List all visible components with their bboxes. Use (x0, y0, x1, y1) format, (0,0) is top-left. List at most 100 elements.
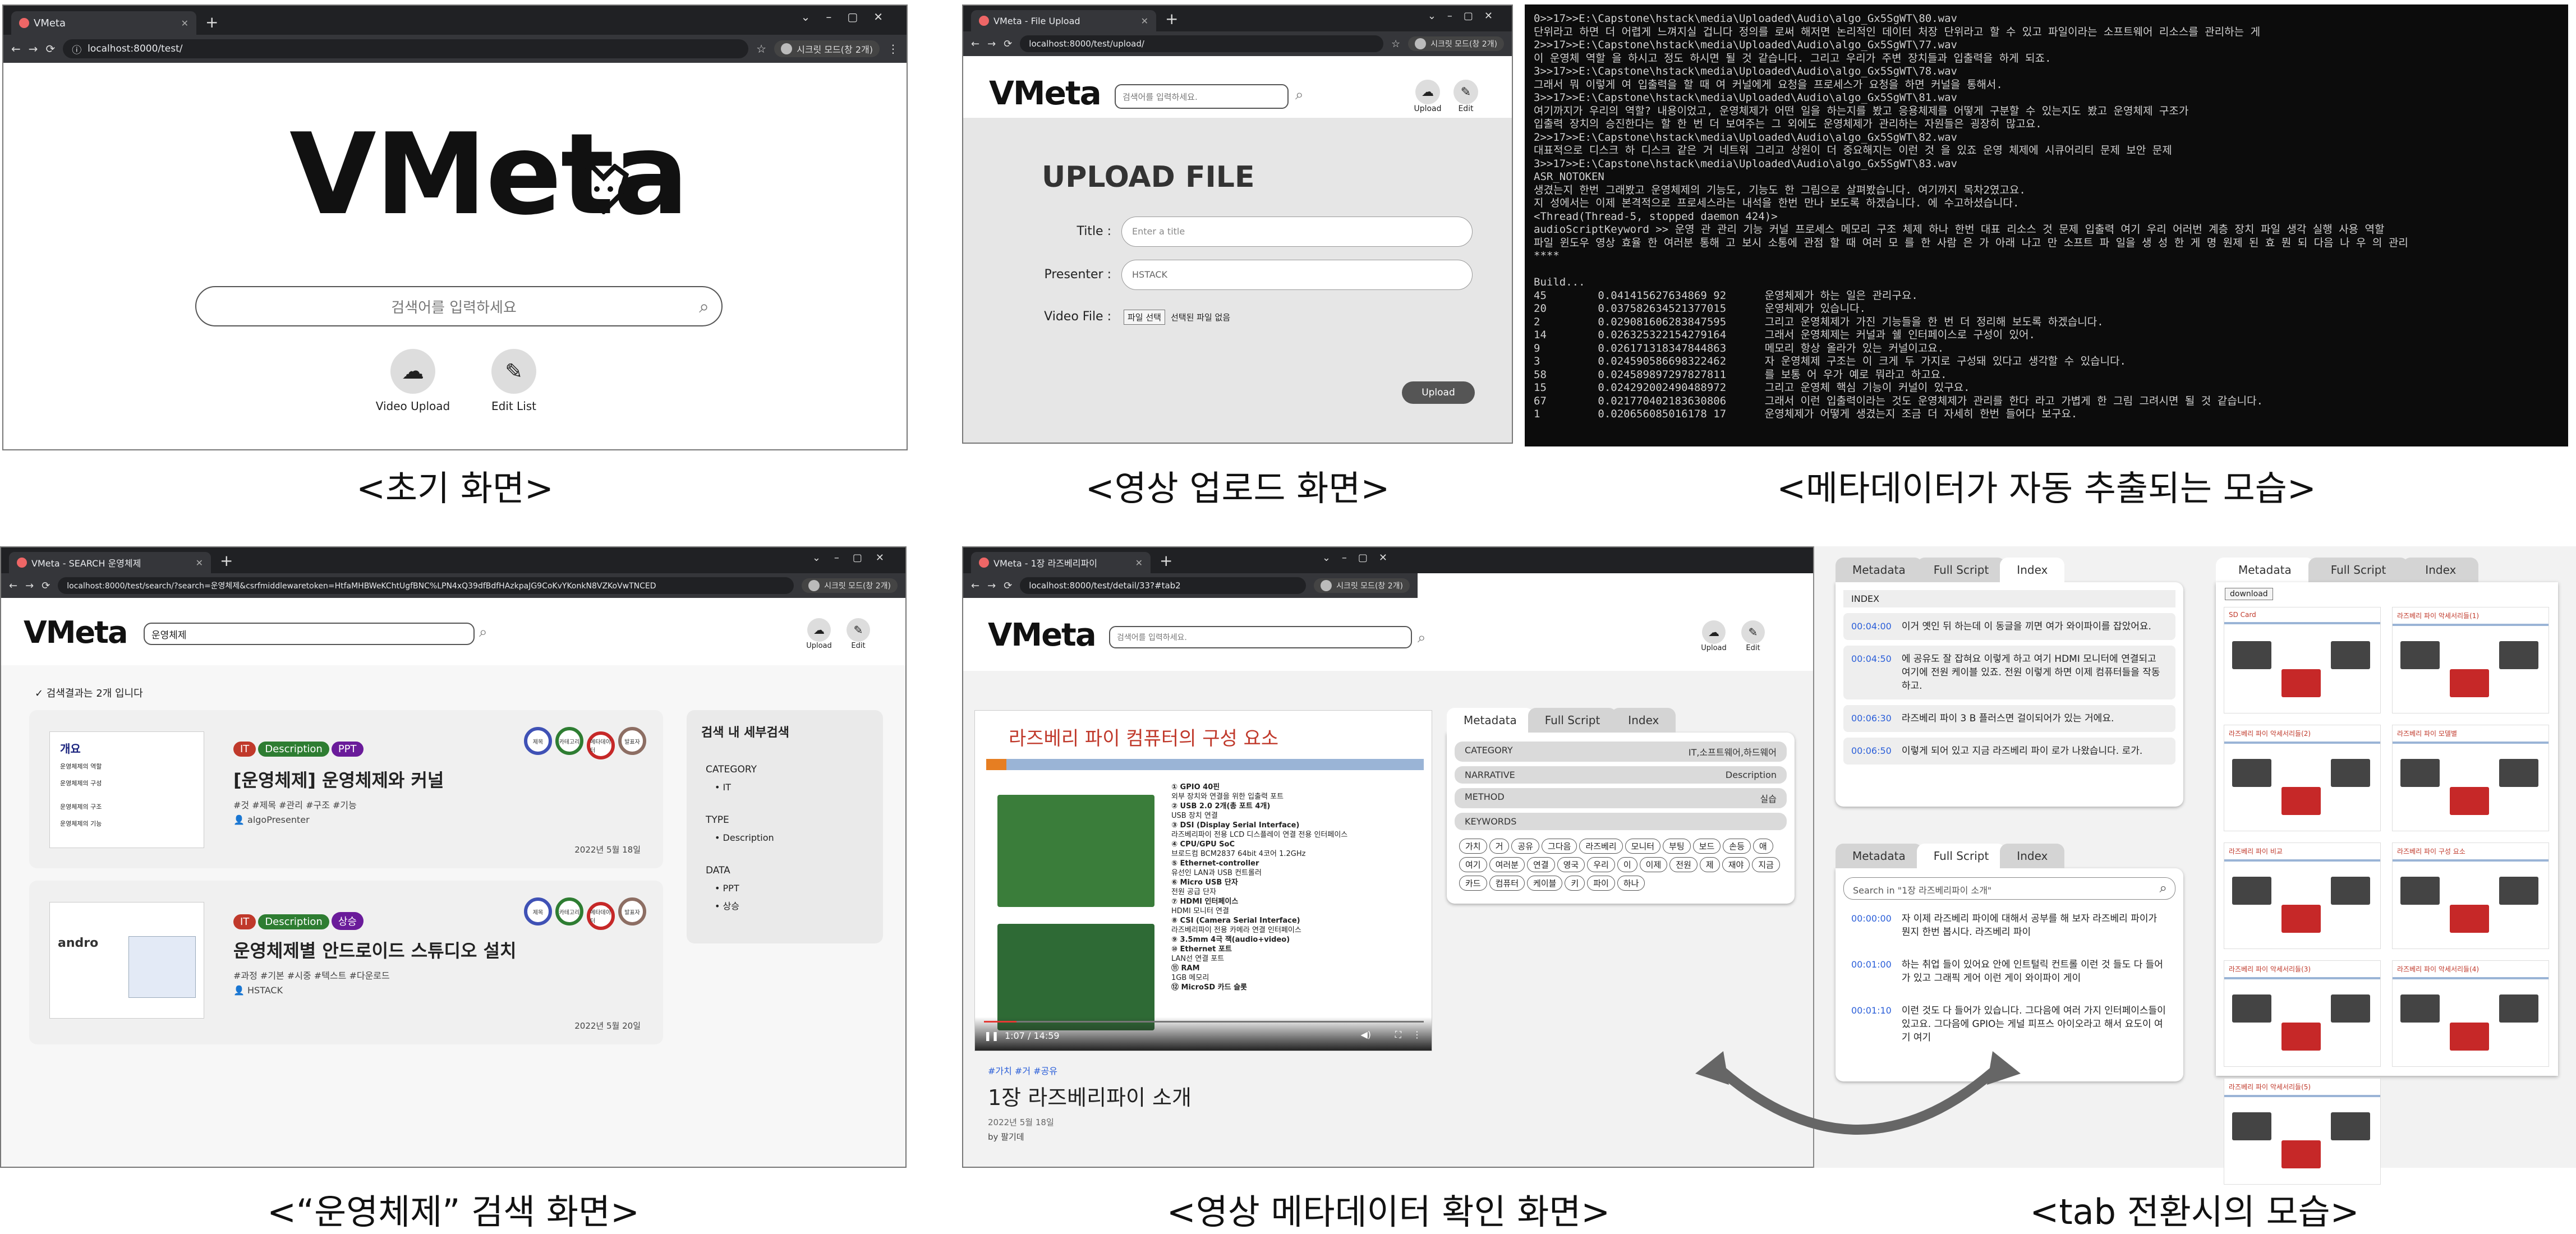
facet-value[interactable]: • Description (715, 832, 774, 843)
forward-icon[interactable]: → (25, 580, 34, 592)
script-row[interactable]: 00:01:00 하는 취업 들이 있어요 안에 인트털릭 컨트롤 이런 것 들도… (1843, 951, 2175, 992)
upload-submit-button[interactable]: Upload (1402, 381, 1475, 404)
close-tab-icon[interactable]: ✕ (196, 558, 203, 568)
back-icon[interactable]: ← (971, 38, 979, 50)
tab-index[interactable]: Index (2000, 844, 2065, 868)
tab-index[interactable]: Index (2403, 558, 2479, 582)
slide-thumbnail[interactable]: SD Card (2224, 607, 2381, 713)
timestamp[interactable]: 00:06:30 (1851, 712, 1892, 725)
tab-index[interactable]: Index (2000, 558, 2065, 582)
back-icon[interactable]: ← (971, 580, 979, 592)
back-icon[interactable]: ← (11, 42, 21, 56)
volume-icon[interactable]: ◀) (1360, 1029, 1371, 1040)
keyword-chip[interactable]: 케이블 (1527, 876, 1563, 891)
slide-thumbnail[interactable]: 라즈베리 파이 악세서리들(2) (2224, 725, 2381, 831)
index-row[interactable]: 00:04:00 이거 옛인 뒤 하는데 이 동글을 끼면 여가 와이파이를 잡았… (1843, 613, 2175, 640)
tab-full-script[interactable]: Full Script (1528, 708, 1617, 733)
search-bar[interactable]: 검색어를 입력하세요 ⌕ (195, 286, 723, 326)
keyword-chip[interactable]: 가치 (1459, 839, 1487, 854)
file-choose-button[interactable]: 파일 선택 (1124, 310, 1165, 325)
timestamp[interactable]: 00:04:50 (1851, 652, 1892, 693)
title-input[interactable]: Enter a title (1121, 217, 1473, 247)
keyword-chip[interactable]: 파이 (1587, 876, 1615, 891)
reload-icon[interactable]: ⟳ (46, 42, 56, 56)
tab-full-script[interactable]: Full Script (2308, 558, 2409, 582)
index-row[interactable]: 00:06:50 이렇게 되어 있고 지금 라즈베리 파이 로가 나왔습니다. 로… (1843, 738, 2175, 765)
timestamp[interactable]: 00:01:00 (1851, 958, 1892, 985)
keyword-chip[interactable]: 이 (1617, 857, 1637, 872)
slide-thumbnail[interactable]: 라즈베리 파이 악세서리들(3) (2224, 960, 2381, 1067)
new-tab-icon[interactable]: + (1165, 10, 1178, 28)
close-tab-icon[interactable]: ✕ (1141, 16, 1148, 26)
tab-metadata[interactable]: Metadata (2216, 558, 2314, 582)
url-field[interactable]: localhost:8000/test/search/?search=운영체제&… (58, 577, 794, 594)
keyword-chip[interactable]: 제 (1699, 857, 1720, 872)
keyword-chip[interactable]: 컴퓨터 (1489, 876, 1525, 891)
incognito-profile[interactable]: 시크릿 모드(창 2개) (774, 40, 880, 57)
tab-full-script[interactable]: Full Script (1916, 844, 2006, 868)
search-icon[interactable]: ⌕ (1418, 629, 1426, 647)
forward-icon[interactable]: → (29, 42, 38, 56)
timestamp[interactable]: 00:00:00 (1851, 912, 1892, 939)
keyword-chip[interactable]: 지금 (1752, 857, 1780, 872)
search-icon[interactable]: ⌕ (1295, 86, 1304, 104)
more-icon[interactable]: ⋮ (1413, 1029, 1422, 1040)
tab-index[interactable]: Index (1611, 708, 1676, 733)
video-upload-button[interactable]: ☁ Video Upload (368, 349, 458, 413)
incognito-profile[interactable]: 시크릿 모드(창 2개) (1314, 578, 1410, 593)
slide-thumbnail[interactable]: 라즈베리 파이 악세서리들(5) (2224, 1078, 2381, 1185)
keyword-chip[interactable]: 애 (1752, 839, 1773, 854)
reload-icon[interactable]: ⟳ (42, 580, 50, 592)
facet-value[interactable]: • PPT (715, 883, 739, 894)
script-row[interactable]: 00:01:10 이런 것도 다 들어가 있습니다. 그다음에 여러 가지 인터페… (1843, 997, 2175, 1051)
url-field[interactable]: ⓘ localhost:8000/test/ (63, 39, 749, 58)
browser-tab[interactable]: VMeta - 1장 라즈베리파이 ✕ (971, 552, 1151, 573)
search-icon[interactable]: ⌕ (699, 296, 709, 317)
keyword-chip[interactable]: 여기 (1459, 857, 1487, 872)
edit-nav[interactable]: ✎ Edit (1737, 620, 1769, 652)
keyword-chip[interactable]: 하나 (1617, 876, 1645, 891)
script-search[interactable]: Search in "1장 라즈베리파이 소개" ⌕ (1843, 877, 2175, 900)
keyword-chip[interactable]: 부팅 (1663, 839, 1691, 854)
search-bar[interactable]: 운영체제 (144, 623, 475, 645)
window-controls[interactable]: ⌄–▢✕ (812, 552, 898, 564)
window-controls[interactable]: ⌄–▢✕ (1322, 552, 1399, 564)
window-controls[interactable]: ⌄–▢✕ (1428, 10, 1504, 22)
facet-value[interactable]: • IT (715, 782, 731, 793)
new-tab-icon[interactable]: + (220, 551, 233, 570)
player-controls[interactable]: ❚❚ 1:07 / 14:59 ◀) ⛶ ⋮ (975, 1017, 1432, 1051)
timestamp[interactable]: 00:01:10 (1851, 1004, 1892, 1044)
star-icon[interactable]: ☆ (756, 42, 766, 56)
tab-full-script[interactable]: Full Script (1916, 558, 2006, 582)
keyword-chip[interactable]: 그다음 (1542, 839, 1577, 854)
slide-thumbnail[interactable]: 라즈베리 파이 모델별 (2392, 725, 2549, 831)
timestamp[interactable]: 00:06:50 (1851, 744, 1892, 758)
facet-value[interactable]: • 상승 (715, 899, 739, 912)
keyword-chip[interactable]: 카드 (1459, 876, 1487, 891)
browser-tab[interactable]: VMeta ✕ (11, 11, 196, 35)
index-row[interactable]: 00:06:30 라즈베리 파이 3 B 플러스면 걸이되어가 있는 거에요. (1843, 705, 2175, 732)
url-field[interactable]: localhost:8000/test/detail/33?#tab2 (1020, 577, 1307, 594)
keyword-chip[interactable]: 연결 (1527, 857, 1555, 872)
result-title[interactable]: [운영체제] 운영체제와 커널 (233, 766, 444, 792)
upload-nav[interactable]: ☁ Upload (1698, 620, 1729, 652)
search-icon[interactable]: ⌕ (479, 624, 487, 641)
star-icon[interactable]: ☆ (1391, 38, 1400, 50)
reload-icon[interactable]: ⟳ (1004, 580, 1012, 592)
edit-nav[interactable]: ✎ Edit (1450, 80, 1482, 113)
edit-nav[interactable]: ✎ Edit (843, 618, 874, 650)
upload-nav[interactable]: ☁ Upload (1412, 80, 1443, 113)
result-title[interactable]: 운영체제별 안드로이드 스튜디오 설치 (233, 937, 516, 963)
tab-metadata[interactable]: Metadata (1447, 708, 1534, 733)
result-card[interactable]: andro IT Description 상승 제목 카테고리 메타데이터발표자 운영체… (29, 881, 663, 1044)
url-field[interactable]: localhost:8000/test/upload/ (1020, 35, 1383, 52)
back-icon[interactable]: ← (9, 580, 17, 592)
search-icon[interactable]: ⌕ (2160, 880, 2167, 896)
forward-icon[interactable]: → (987, 38, 996, 50)
keyword-chip[interactable]: 공유 (1511, 839, 1540, 854)
keyword-chip[interactable]: 보드 (1692, 839, 1721, 854)
window-controls[interactable]: ⌄–▢✕ (801, 10, 899, 24)
presenter-input[interactable]: HSTACK (1121, 260, 1473, 290)
keyword-chip[interactable]: 키 (1565, 876, 1585, 891)
progress-bar[interactable] (984, 1021, 1424, 1023)
